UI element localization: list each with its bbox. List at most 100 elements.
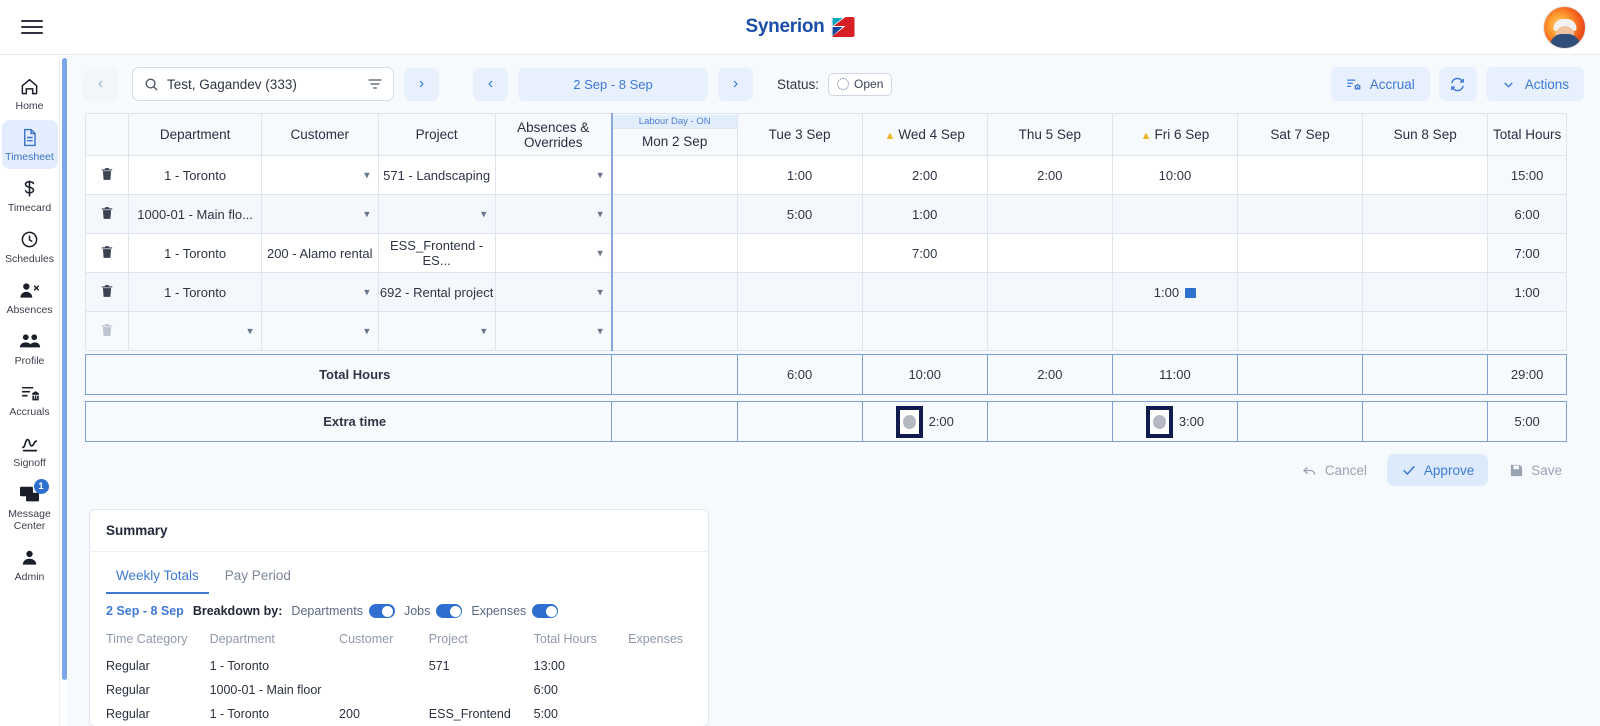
next-week-button[interactable]: › [718, 67, 753, 101]
trash-icon[interactable] [100, 245, 114, 263]
comment-flag-icon[interactable] [1185, 288, 1197, 299]
cell-project[interactable]: 571 - Landscaping [377, 155, 496, 195]
cell-hours-wed[interactable]: 7:00 [861, 233, 988, 273]
table-row[interactable]: 1 - Toronto ▾ 692 - Rental project ▾ 1:0… [84, 272, 1567, 312]
cell-hours-mon[interactable] [610, 272, 738, 312]
table-row-new[interactable]: ▾ ▾ ▾ ▾ [84, 311, 1567, 351]
cell-hours-fri[interactable]: 10:00 [1111, 155, 1239, 195]
cell-hours-sun[interactable] [1362, 272, 1489, 312]
cell-hours-fri[interactable]: 1:00 [1111, 272, 1239, 312]
cell-hours-mon[interactable] [610, 194, 738, 234]
avatar[interactable] [1543, 6, 1586, 49]
sidebar-item-home[interactable]: Home [2, 69, 58, 118]
cell-department[interactable]: 1 - Toronto [128, 233, 262, 273]
search-input[interactable] [167, 76, 359, 92]
cell-hours-thu[interactable] [986, 233, 1113, 273]
cell-hours-wed[interactable]: 1:00 [861, 194, 988, 234]
date-range-selector[interactable]: 2 Sep - 8 Sep [518, 67, 708, 101]
cell-customer[interactable]: 200 - Alamo rental [260, 233, 379, 273]
tab-weekly-totals[interactable]: Weekly Totals [106, 560, 209, 594]
cell-absences[interactable]: ▾ [494, 194, 613, 234]
extra-tue[interactable] [736, 401, 863, 442]
table-row[interactable]: 1000-01 - Main flo... ▾ ▾ ▾ 5:00 1:00 6:… [84, 194, 1567, 234]
hamburger-icon[interactable] [12, 7, 52, 47]
filter-icon[interactable] [367, 76, 383, 92]
cell-hours-mon[interactable] [610, 311, 738, 351]
cell-hours-fri[interactable] [1111, 233, 1239, 273]
sidebar-item-timecard[interactable]: Timecard [2, 171, 58, 220]
cell-hours-wed[interactable] [861, 311, 988, 351]
trash-icon[interactable] [100, 167, 114, 185]
cell-project[interactable]: ESS_Frontend - ES... [377, 233, 496, 273]
switch-expenses[interactable]: Expenses [471, 604, 559, 618]
cell-hours-sun[interactable] [1362, 194, 1489, 234]
toggle-departments[interactable] [368, 604, 395, 618]
cell-customer[interactable]: ▾ [260, 311, 379, 351]
cell-hours-wed[interactable]: 2:00 [861, 155, 988, 195]
sidebar-item-signoff[interactable]: Signoff [2, 426, 58, 475]
cell-hours-fri[interactable] [1111, 194, 1239, 234]
cell-hours-sat[interactable] [1236, 194, 1364, 234]
accrual-button[interactable]: Accrual [1330, 67, 1430, 101]
actions-button[interactable]: Actions [1485, 67, 1584, 101]
cell-hours-sun[interactable] [1362, 233, 1489, 273]
cell-absences[interactable]: ▾ [494, 311, 613, 351]
cell-hours-thu[interactable]: 2:00 [986, 155, 1113, 195]
cell-hours-thu[interactable] [986, 272, 1113, 312]
delete-row-button[interactable] [84, 233, 130, 273]
cell-department[interactable]: 1 - Toronto [128, 272, 262, 312]
cell-hours-thu[interactable] [986, 311, 1113, 351]
prev-employee-button[interactable]: ‹ [83, 67, 118, 101]
cell-absences[interactable]: ▾ [494, 233, 613, 273]
sidebar-item-profile[interactable]: Profile [2, 324, 58, 373]
delete-row-button[interactable] [84, 272, 130, 312]
prev-week-button[interactable]: ‹ [473, 67, 508, 101]
cell-hours-tue[interactable]: 5:00 [736, 194, 863, 234]
sidebar-item-accruals[interactable]: Accruals [2, 375, 58, 424]
extra-thu[interactable] [986, 401, 1113, 442]
cell-hours-thu[interactable] [986, 194, 1113, 234]
sidebar-item-timesheet[interactable]: Timesheet [1, 120, 58, 169]
sidebar-item-admin[interactable]: Admin [2, 540, 58, 589]
cell-hours-mon[interactable] [610, 233, 738, 273]
delete-row-button[interactable] [84, 155, 130, 195]
cell-project[interactable]: ▾ [377, 311, 496, 351]
cell-hours-tue[interactable] [736, 311, 863, 351]
tab-pay-period[interactable]: Pay Period [215, 560, 301, 594]
cell-customer[interactable]: ▾ [260, 272, 379, 312]
cell-hours-tue[interactable] [736, 233, 863, 273]
trash-icon[interactable] [100, 206, 114, 224]
table-row[interactable]: 1 - Toronto ▾ 571 - Landscaping ▾ 1:00 2… [84, 155, 1567, 195]
trash-icon[interactable] [100, 284, 114, 302]
save-button[interactable]: Save [1494, 454, 1576, 486]
cell-absences[interactable]: ▾ [494, 272, 613, 312]
cell-project[interactable]: ▾ [377, 194, 496, 234]
cell-hours-sun[interactable] [1362, 311, 1489, 351]
extra-sat[interactable] [1237, 401, 1364, 442]
cell-absences[interactable]: ▾ [494, 155, 613, 195]
cell-hours-tue[interactable] [736, 272, 863, 312]
sidebar-item-schedules[interactable]: Schedules [2, 222, 58, 271]
next-employee-button[interactable]: › [404, 67, 439, 101]
extra-fri[interactable]: 3:00 [1111, 401, 1239, 442]
refresh-icon[interactable] [1438, 67, 1477, 101]
cell-department[interactable]: ▾ [128, 311, 262, 351]
extra-time-toggle-fri[interactable] [1145, 405, 1173, 438]
switch-departments[interactable]: Departments [291, 604, 395, 618]
approve-button[interactable]: Approve [1386, 454, 1489, 486]
cell-department[interactable]: 1000-01 - Main flo... [128, 194, 262, 234]
cell-hours-sat[interactable] [1236, 272, 1364, 312]
cell-customer[interactable]: ▾ [260, 155, 379, 195]
delete-row-button[interactable] [84, 194, 130, 234]
cell-hours-sat[interactable] [1236, 155, 1364, 195]
cell-hours-tue[interactable]: 1:00 [736, 155, 863, 195]
cell-hours-sat[interactable] [1236, 233, 1364, 273]
toggle-expenses[interactable] [532, 604, 559, 618]
sidebar-item-message-center[interactable]: 1 Message Center [2, 477, 58, 538]
extra-time-toggle-wed[interactable] [895, 405, 923, 438]
employee-search[interactable] [132, 67, 394, 101]
cell-hours-sat[interactable] [1236, 311, 1364, 351]
cell-department[interactable]: 1 - Toronto [128, 155, 262, 195]
extra-sun[interactable] [1362, 401, 1489, 442]
cell-hours-fri[interactable] [1111, 311, 1239, 351]
